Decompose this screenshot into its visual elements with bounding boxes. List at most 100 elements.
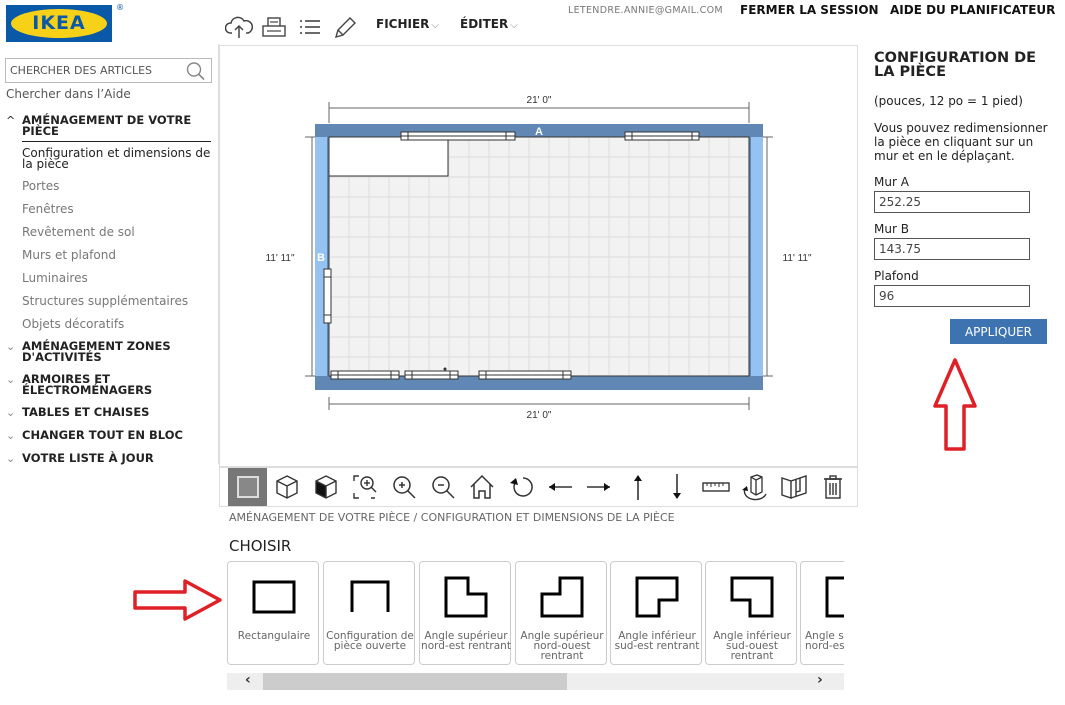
units-note: (pouces, 12 po = 1 pied) xyxy=(874,94,1023,108)
sidebar-section-changer-bloc[interactable]: ⌄ CHANGER TOUT EN BLOC xyxy=(6,429,183,441)
resize-description: Vous pouvez redimensionner la pièce en c… xyxy=(874,121,1048,163)
shape-card-open-room[interactable]: Configuration de pièce ouverte xyxy=(323,561,415,665)
help-search-link[interactable]: Chercher dans l’Aide xyxy=(6,87,131,101)
wall-right[interactable] xyxy=(751,137,763,376)
3d-solid-view-icon xyxy=(314,475,337,499)
ceiling-input[interactable] xyxy=(874,285,1030,307)
zoom-in-icon xyxy=(392,476,416,499)
sidebar-item-fenetres[interactable]: Fenêtres xyxy=(22,202,74,216)
arrow-up-icon xyxy=(633,475,642,500)
zoom-out-icon xyxy=(431,476,455,499)
breadcrumb: AMÉNAGEMENT DE VOTRE PIÈCE / CONFIGURATI… xyxy=(229,511,675,524)
sidebar-item-luminaires[interactable]: Luminaires xyxy=(22,271,88,285)
planner-help-link[interactable]: AIDE DU PLANIFICATEUR xyxy=(890,3,1055,17)
wall-b-field-label: Mur B xyxy=(874,222,909,236)
search-icon[interactable] xyxy=(185,61,207,81)
shape-card-lower-sw[interactable]: Angle inférieur sud-ouest rentrant xyxy=(705,561,797,665)
sidebar-section-tables-chaises[interactable]: ⌄ TABLES ET CHAISES xyxy=(6,406,149,419)
section-divider xyxy=(22,141,211,142)
floorplan-canvas[interactable]: 21' 0" 21' 0" 11' 11" 11' 11" A B xyxy=(219,45,858,467)
wall-a-input[interactable] xyxy=(874,191,1030,213)
arrow-right-icon xyxy=(586,483,610,491)
room-object[interactable] xyxy=(328,136,449,177)
3d-view-icon xyxy=(275,475,298,499)
chevron-down-icon: ⌵ xyxy=(510,20,518,31)
lower-sw-shape-icon xyxy=(730,576,774,618)
upper-nw-shape-icon xyxy=(540,576,584,618)
sidebar-item-objets-decoratifs[interactable]: Objets décoratifs xyxy=(22,317,124,331)
chevron-down-icon: ⌄ xyxy=(6,373,16,386)
floorplan-svg[interactable]: 21' 0" 21' 0" 11' 11" 11' 11" A B xyxy=(220,46,859,468)
user-email: LETENDRE.ANNIE@GMAIL.COM xyxy=(568,5,723,16)
arrow-down-icon xyxy=(672,474,681,499)
apply-button[interactable]: APPLIQUER xyxy=(950,319,1047,344)
measure-button[interactable] xyxy=(696,468,735,506)
rectangle-shape-icon xyxy=(252,580,296,614)
zoom-fit-button[interactable] xyxy=(345,468,384,506)
sidebar-section-armoires[interactable]: ⌄ ARMOIRES ET ÉLECTROMÉNAGERS xyxy=(6,373,152,396)
search-box xyxy=(5,58,212,83)
dimension-left-label: 11' 11" xyxy=(266,253,295,264)
wall-view-icon xyxy=(780,475,807,499)
move-up-button[interactable] xyxy=(618,468,657,506)
shape-card-upper-nw[interactable]: Angle supérieur nord-ouest rentrant xyxy=(515,561,607,665)
wall-a-field-label: Mur A xyxy=(874,175,909,189)
wall-b-input[interactable] xyxy=(874,238,1030,260)
menu-fichier[interactable]: FICHIER ⌵ xyxy=(376,17,439,31)
pencil-icon[interactable] xyxy=(331,14,359,40)
shape-list-scrollbar[interactable]: ‹ › xyxy=(227,672,844,690)
shape-card-lower-se[interactable]: Angle inférieur sud-est rentrant xyxy=(610,561,702,665)
move-down-button[interactable] xyxy=(657,468,696,506)
wall-view-button[interactable] xyxy=(774,468,813,506)
sidebar-section-liste[interactable]: ⌄ VOTRE LISTE À JOUR xyxy=(6,452,154,465)
dimension-top-label: 21' 0" xyxy=(527,95,552,106)
menu-editer[interactable]: ÉDITER ⌵ xyxy=(460,17,518,31)
sidebar-section-zones-activites[interactable]: ⌄ AMÉNAGEMENT ZONES D'ACTIVITÉS xyxy=(6,340,171,363)
shape-card-upper-ne[interactable]: Angle supérieur nord-est rentrant xyxy=(419,561,511,665)
rotate-object-icon xyxy=(741,474,767,501)
home-button[interactable] xyxy=(462,468,501,506)
3d-solid-view-button[interactable] xyxy=(306,468,345,506)
sidebar-item-murs-plafond[interactable]: Murs et plafond xyxy=(22,248,116,262)
chevron-up-icon: ^ xyxy=(6,114,16,127)
zoom-in-button[interactable] xyxy=(384,468,423,506)
rotate-object-button[interactable] xyxy=(735,468,774,506)
sidebar-item-structures[interactable]: Structures supplémentaires xyxy=(22,294,188,308)
sidebar-item-configuration-dimensions[interactable]: Configuration et dimensions de la pièce xyxy=(22,147,210,170)
sidebar-item-revetement-sol[interactable]: Revêtement de sol xyxy=(22,225,135,239)
shape-card-partial[interactable]: Angle s nord-es xyxy=(800,561,844,665)
ceiling-field-label: Plafond xyxy=(874,269,919,283)
arrow-left-icon xyxy=(548,483,572,491)
rotate-button[interactable] xyxy=(501,468,540,506)
scroll-left-icon[interactable]: ‹ xyxy=(245,672,251,688)
logout-link[interactable]: FERMER LA SESSION xyxy=(740,3,879,17)
sidebar-item-portes[interactable]: Portes xyxy=(22,179,59,193)
view-toolbar xyxy=(219,467,858,507)
chevron-down-icon: ⌄ xyxy=(6,406,16,419)
logo-text: IKEA xyxy=(32,12,86,34)
lower-se-shape-icon xyxy=(635,576,679,618)
zoom-out-button[interactable] xyxy=(423,468,462,506)
search-input[interactable] xyxy=(6,59,181,82)
ikea-logo[interactable]: IKEA ® xyxy=(6,3,124,42)
move-right-button[interactable] xyxy=(579,468,618,506)
chevron-down-icon: ⌄ xyxy=(6,452,16,465)
print-icon[interactable] xyxy=(260,14,288,40)
cloud-upload-icon[interactable] xyxy=(225,14,253,40)
dimension-right-label: 11' 11" xyxy=(783,253,812,264)
wall-a-label: A xyxy=(535,126,543,138)
registered-mark: ® xyxy=(116,3,124,12)
3d-view-button[interactable] xyxy=(267,468,306,506)
scrollbar-thumb[interactable] xyxy=(263,673,567,690)
shape-card-rectangular[interactable]: Rectangulaire xyxy=(227,561,319,665)
list-icon[interactable] xyxy=(296,14,324,40)
move-left-button[interactable] xyxy=(540,468,579,506)
chevron-down-icon: ⌄ xyxy=(6,340,16,353)
2d-view-button[interactable] xyxy=(228,468,267,506)
chevron-down-icon: ⌵ xyxy=(431,20,440,31)
delete-button[interactable] xyxy=(813,468,852,506)
door-handle xyxy=(443,367,447,371)
scroll-right-icon[interactable]: › xyxy=(817,672,823,688)
sidebar-section-amenagement-piece[interactable]: ^ AMÉNAGEMENT DE VOTRE PIÈCE xyxy=(6,113,192,138)
section-title: AMÉNAGEMENT DE VOTRE PIÈCE xyxy=(22,113,192,138)
